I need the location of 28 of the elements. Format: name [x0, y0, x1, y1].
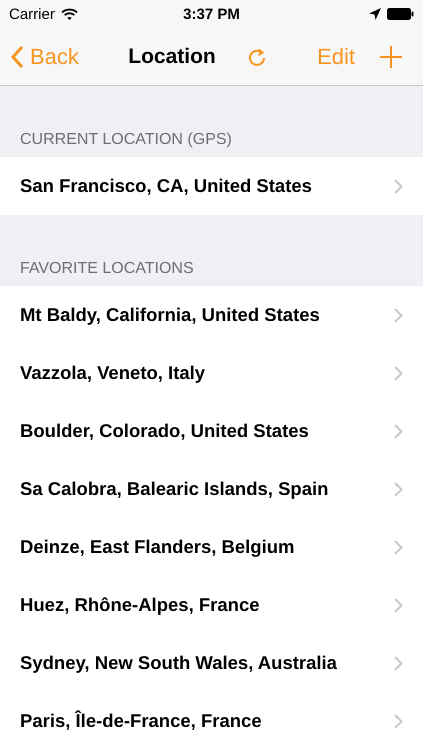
chevron-icon	[394, 178, 403, 194]
chevron-icon	[394, 656, 403, 670]
chevron-icon	[394, 598, 403, 612]
chevron-icon	[394, 540, 403, 554]
back-chevron-icon	[10, 44, 24, 68]
location-row[interactable]: Paris, Île-de-France, France	[0, 692, 423, 750]
carrier-name: Carrier	[9, 6, 55, 22]
add-icon[interactable]	[379, 44, 403, 68]
wifi-icon	[60, 8, 78, 20]
location-row[interactable]: Boulder, Colorado, United States	[0, 402, 423, 460]
location-row[interactable]: San Francisco, CA, United States	[0, 157, 423, 215]
location-arrow-icon	[369, 8, 381, 20]
nav-title: Location	[128, 44, 216, 68]
battery-icon	[387, 8, 414, 20]
location-row[interactable]: Mt Baldy, California, United States	[0, 286, 423, 344]
section-header: FAVORITE LOCATIONS	[20, 260, 194, 278]
section-header: CURRENT LOCATION (GPS)	[20, 131, 232, 149]
chevron-icon	[394, 308, 403, 322]
status-time: 3:37 PM	[182, 6, 241, 22]
chevron-icon	[394, 482, 403, 496]
location-row[interactable]: Sa Calobra, Balearic Islands, Spain	[0, 460, 423, 518]
location-row[interactable]: Sydney, New South Wales, Australia	[0, 634, 423, 692]
chevron-icon	[394, 714, 403, 728]
location-row[interactable]: Huez, Rhône-Alpes, France	[0, 576, 423, 634]
chevron-icon	[394, 366, 403, 380]
chevron-icon	[394, 424, 403, 438]
location-row[interactable]: Vazzola, Veneto, Italy	[0, 344, 423, 402]
location-row[interactable]: Deinze, East Flanders, Belgium	[0, 518, 423, 576]
